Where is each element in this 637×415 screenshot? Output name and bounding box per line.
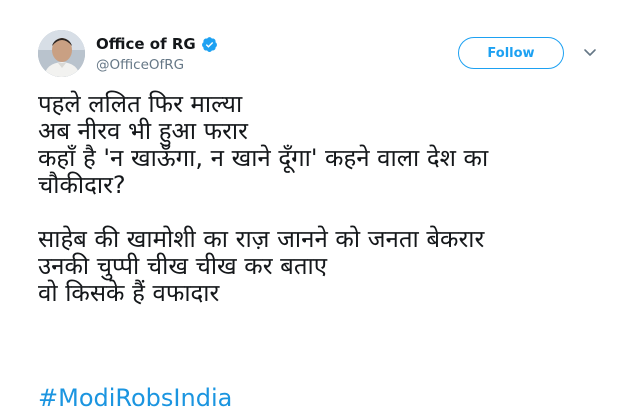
verified-badge-icon: [201, 36, 217, 52]
display-name[interactable]: Office of RG: [96, 34, 196, 54]
follow-button[interactable]: Follow: [458, 37, 564, 69]
tweet-line: पहले ललित फिर माल्या: [38, 90, 243, 118]
account-info: Office of RG @OfficeOfRG: [96, 34, 218, 74]
tweet-line: चौकीदार?: [38, 171, 126, 199]
tweet-line: साहेब की खामोशी का राज़ जानने को जनता बे…: [38, 225, 485, 253]
stanza-gap: [38, 199, 628, 226]
avatar-image: [38, 30, 85, 77]
tweet-line: उनकी चुप्पी चीख चीख कर बताए: [38, 252, 328, 280]
tweet-text: पहले ललित फिर माल्या अब नीरव भी हुआ फरार…: [38, 91, 628, 307]
tweet-card: Office of RG @OfficeOfRG Follow पहले ललि…: [0, 0, 637, 415]
tweet-line: वो किसके हैं वफादार: [38, 279, 220, 307]
display-name-row: Office of RG: [96, 34, 218, 54]
chevron-down-icon[interactable]: [582, 44, 598, 60]
hashtag-link[interactable]: #ModiRobsIndia: [38, 383, 232, 413]
tweet-line: अब नीरव भी हुआ फरार: [38, 117, 248, 145]
avatar[interactable]: [38, 30, 85, 77]
account-handle[interactable]: @OfficeOfRG: [96, 56, 218, 74]
tweet-line: कहाँ है 'न खाऊँगा, न खाने दूँगा' कहने वा…: [38, 144, 489, 172]
